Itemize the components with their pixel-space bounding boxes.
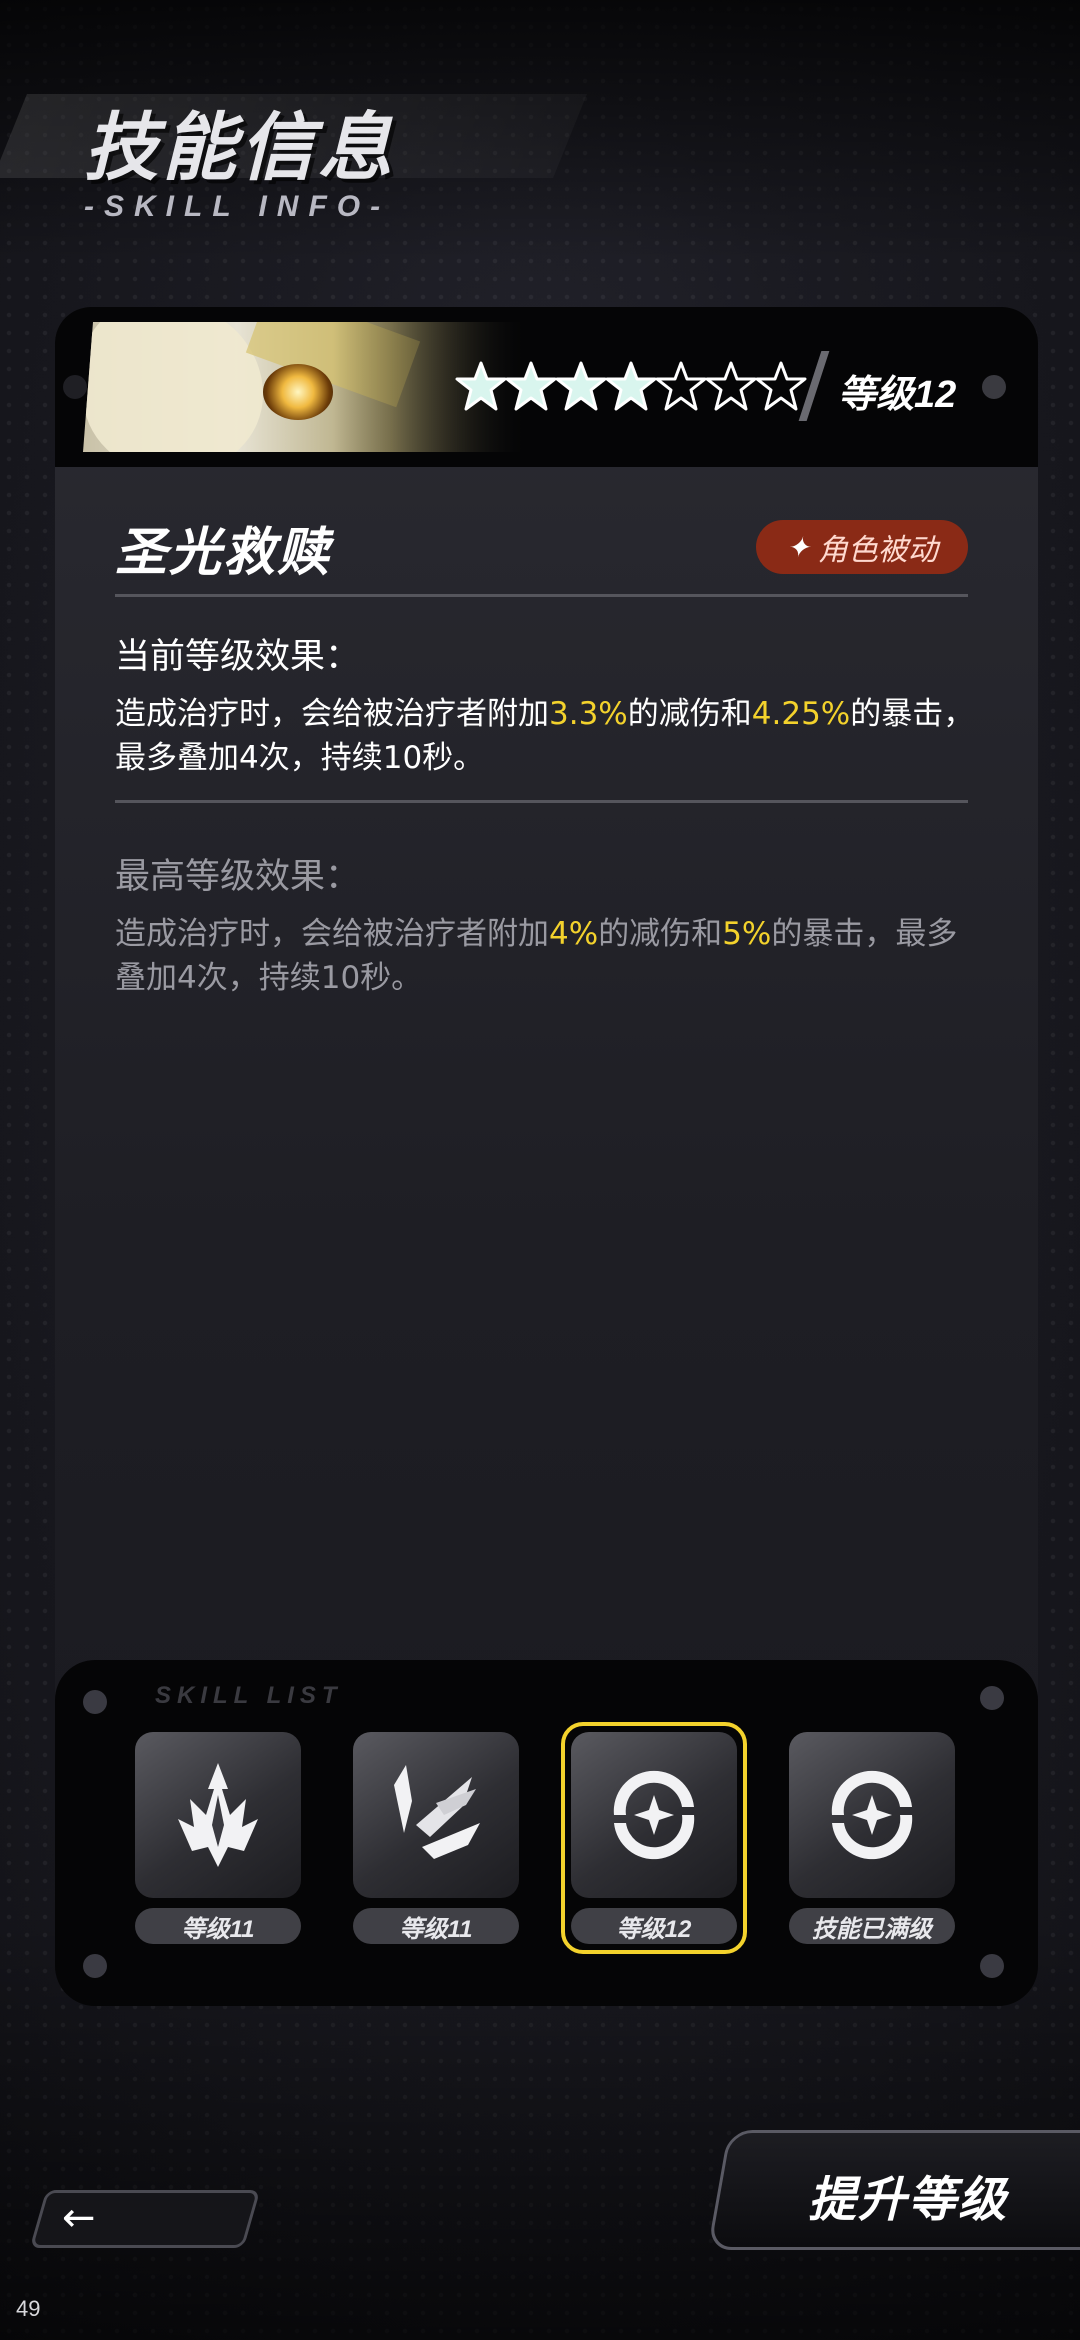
feather-blades-icon <box>394 1765 480 1859</box>
skill-tile[interactable] <box>789 1732 955 1898</box>
orb-star-icon <box>831 1770 913 1860</box>
upgrade-level-label[interactable]: 提升等级 <box>808 2160 1008 2230</box>
max-level-title: 最高等级效果： <box>115 857 361 897</box>
panel-dot <box>980 1686 1004 1710</box>
skill-type-badge: ✦ 角色被动 <box>756 520 968 574</box>
highlight-value: 4.25% <box>751 696 851 732</box>
panel-dot <box>980 1954 1004 1978</box>
highlight-value: 4% <box>549 916 599 952</box>
skill-slot-level: 技能已满级 <box>789 1908 955 1944</box>
skill-type-label: 角色被动 <box>817 534 938 567</box>
skill-slot-1[interactable]: 等级11 <box>135 1732 305 1946</box>
skill-tile[interactable] <box>135 1732 301 1898</box>
skill-level: 等级12 <box>798 345 1010 425</box>
skill-level-label: 等级12 <box>838 374 957 416</box>
header-dot-left <box>63 375 87 399</box>
shuriken-icon: ✦ <box>786 531 810 563</box>
star-filled-icon <box>503 359 557 415</box>
skill-name: 圣光救赎 <box>115 524 332 582</box>
star-filled-icon <box>553 359 607 415</box>
skill-list-panel: SKILL LIST 等级11 等级11 等级12 技能已满级 <box>55 1660 1038 2006</box>
skill-slot-level: 等级11 <box>135 1908 301 1944</box>
skill-slot-4[interactable]: 技能已满级 <box>789 1732 959 1946</box>
max-level-effect: 造成治疗时，会给被治疗者附加4%的减伤和5%的暴击，最多叠加4次，持续10秒。 <box>115 916 958 996</box>
skill-slot-3[interactable]: 等级12 <box>561 1722 747 1954</box>
header-dot <box>982 375 1006 399</box>
skill-tile[interactable] <box>571 1732 737 1898</box>
star-rating <box>453 359 807 419</box>
highlight-value: 5% <box>722 916 772 952</box>
skill-slot-2[interactable]: 等级11 <box>353 1732 523 1946</box>
back-arrow-icon[interactable]: ← <box>62 2196 96 2240</box>
portrait-eye <box>263 364 333 420</box>
page-subtitle: -SKILL INFO- <box>84 190 391 223</box>
page-title: 技能信息 <box>84 106 396 189</box>
highlight-value: 3.3% <box>549 696 628 732</box>
orb-star-icon <box>613 1770 695 1860</box>
star-empty-icon <box>653 359 707 415</box>
crest-icon <box>178 1763 258 1867</box>
page-number: 49 <box>16 2296 41 2321</box>
panel-dot <box>83 1954 107 1978</box>
current-level-title: 当前等级效果： <box>115 637 361 677</box>
divider <box>115 800 968 803</box>
page-header: 技能信息 -SKILL INFO- <box>0 80 600 240</box>
skill-slot-level: 等级11 <box>353 1908 519 1944</box>
star-filled-icon <box>453 359 507 415</box>
star-filled-icon <box>603 359 657 415</box>
current-level-effect: 造成治疗时，会给被治疗者附加3.3%的减伤和4.25%的暴击，最多叠加4次，持续… <box>115 696 975 776</box>
star-empty-icon <box>703 359 757 415</box>
skill-slot-level: 等级12 <box>571 1908 737 1944</box>
skill-list-label: SKILL LIST <box>155 1682 343 1709</box>
star-empty-icon <box>753 359 807 415</box>
card-header: 等级12 <box>55 307 1038 467</box>
panel-dot <box>83 1690 107 1714</box>
divider <box>115 594 968 597</box>
skill-tile[interactable] <box>353 1732 519 1898</box>
